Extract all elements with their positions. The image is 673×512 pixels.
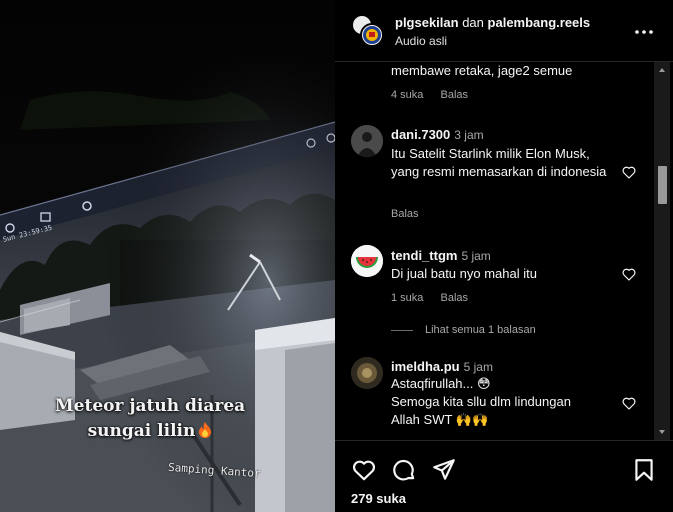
fire-emoji-icon: [199, 422, 212, 438]
avatar-imeldha-pu[interactable]: [351, 357, 383, 389]
like-heart-icon[interactable]: [351, 457, 377, 483]
post-authors: plgsekilan dan palembang.reels: [395, 15, 590, 30]
author-palembang-reels[interactable]: palembang.reels: [488, 15, 591, 30]
comment-like-count[interactable]: 4 suka: [391, 89, 423, 101]
comment-time: 3 jam: [454, 128, 484, 142]
heart-icon[interactable]: [621, 395, 637, 411]
watermelon-icon: [351, 245, 383, 277]
comment-like-count[interactable]: 1 suka: [391, 292, 423, 304]
reply-button[interactable]: Balas: [440, 292, 468, 304]
scrollbar-thumb[interactable]: [658, 166, 667, 204]
caption-line-1: Meteor jatuh diarea: [54, 396, 246, 416]
avatar-tendi-ttgm[interactable]: [351, 245, 383, 277]
comment-header: imeldha.pu 5 jam: [391, 358, 621, 376]
author-plgsekilan[interactable]: plgsekilan: [395, 15, 459, 30]
comment-text-line-3: Allah SWT 🙌🙌: [391, 412, 489, 427]
video-caption: Meteor jatuh diarea sungai lilin: [30, 394, 270, 444]
caption-line-2-text: sungai lilin: [87, 421, 196, 441]
comment-header: tendi_ttgm 5 jam: [391, 247, 621, 265]
user-silhouette-icon: [351, 125, 383, 157]
reel-video[interactable]: Sun 23:59:35 Meteor jatuh diarea sungai …: [0, 0, 335, 512]
audio-link[interactable]: Audio asli: [395, 34, 447, 48]
heart-icon[interactable]: [621, 164, 637, 180]
scroll-down-arrow-icon[interactable]: [659, 430, 665, 434]
post-panel: plgsekilan dan palembang.reels Audio asl…: [335, 0, 673, 512]
comment-bubble-icon[interactable]: [391, 457, 417, 483]
reply-button[interactable]: Balas: [391, 208, 419, 220]
comment-text: Di jual batu nyo mahal itu: [391, 266, 537, 281]
comment-text: Itu Satelit Starlink milik Elon Musk, ya…: [391, 146, 607, 179]
post-actions: 279 suka: [335, 440, 673, 512]
scroll-up-arrow-icon[interactable]: [659, 68, 665, 72]
comment-username[interactable]: tendi_ttgm: [391, 248, 457, 263]
comment-text-line-1: Astaqfirullah... 😳: [391, 376, 491, 391]
comment-meta: Balas: [391, 208, 433, 220]
profile-photo-icon: [351, 357, 383, 389]
palembang-logo-icon: [363, 26, 381, 44]
share-send-icon[interactable]: [431, 457, 457, 483]
comments-scrollbar[interactable]: [654, 62, 670, 440]
comment-username[interactable]: dani.7300: [391, 127, 450, 142]
comment-time: 5 jam: [461, 249, 491, 263]
comment-time: 5 jam: [463, 360, 493, 374]
like-count[interactable]: 279 suka: [351, 491, 406, 506]
heart-icon[interactable]: [621, 266, 637, 282]
authors-conjunction: dan: [462, 15, 484, 30]
comment-text: membawe retaka, jage2 semue: [391, 63, 573, 78]
view-replies-label: Lihat semua 1 balasan: [425, 324, 536, 336]
bookmark-icon[interactable]: [631, 457, 657, 483]
more-horizontal-icon[interactable]: [632, 20, 656, 44]
comment-meta: 4 suka Balas: [391, 89, 482, 101]
post-header: plgsekilan dan palembang.reels Audio asl…: [335, 0, 673, 62]
replies-divider: [391, 329, 413, 331]
comment-header: dani.7300 3 jam: [391, 126, 621, 144]
comment-text-line-2: Semoga kita sllu dlm lindungan: [391, 394, 571, 409]
view-replies-button[interactable]: Lihat semua 1 balasan: [391, 324, 536, 336]
collab-avatars[interactable]: [351, 14, 384, 47]
avatar-palembang-reels[interactable]: [360, 23, 384, 47]
avatar-dani-7300[interactable]: [351, 125, 383, 157]
caption-line-2: sungai lilin: [30, 419, 270, 444]
comment-username[interactable]: imeldha.pu: [391, 359, 460, 374]
comment-meta: 1 suka Balas: [391, 292, 482, 304]
comments-list[interactable]: membawe retaka, jage2 semue 4 suka Balas…: [335, 62, 673, 440]
reply-button[interactable]: Balas: [440, 89, 468, 101]
